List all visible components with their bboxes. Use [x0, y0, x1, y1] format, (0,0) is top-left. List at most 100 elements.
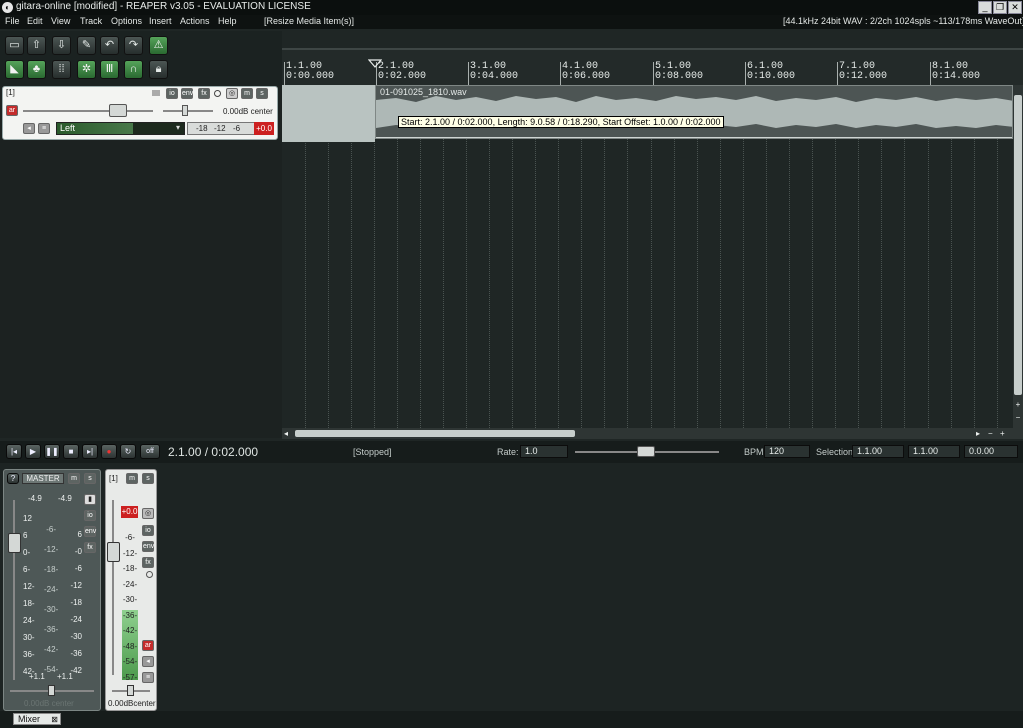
open-icon[interactable]: ⇧	[27, 36, 46, 55]
time-selection[interactable]	[282, 85, 375, 142]
volume-slider-thumb[interactable]	[109, 104, 127, 117]
envelope-icon[interactable]: ◣	[5, 60, 24, 79]
channel-solo-button[interactable]: s	[142, 473, 154, 484]
close-button[interactable]: ✕	[1008, 1, 1022, 14]
input-select[interactable]: Left	[56, 122, 185, 135]
volume-readout: 0.00dB center	[223, 107, 273, 116]
position-display[interactable]: 2.1.00 / 0:02.000	[168, 445, 258, 459]
menu-options[interactable]: Options	[111, 16, 142, 26]
channel-pan-thumb[interactable]	[127, 685, 134, 696]
channel-record-mode-button[interactable]: ◂	[142, 656, 154, 667]
track-header[interactable]: [1] io env fx ◎ m s ar 0.00dB center ◂ ≡…	[2, 86, 278, 140]
off-button[interactable]: off	[140, 444, 160, 459]
scroll-right-icon[interactable]: ▸	[976, 429, 980, 438]
menu-actions[interactable]: Actions	[180, 16, 210, 26]
master-mute-button[interactable]: m	[68, 473, 80, 484]
master-solo-button[interactable]: s	[84, 473, 96, 484]
channel-monitor-button[interactable]: ◎	[142, 508, 154, 519]
snap-icon[interactable]: Ⅲ	[100, 60, 119, 79]
restore-button[interactable]: ❐	[993, 1, 1007, 14]
channel-arm-button[interactable]: ar	[142, 640, 154, 651]
solo-button[interactable]: s	[256, 88, 268, 99]
master-fader-thumb[interactable]	[8, 533, 21, 553]
ripple-icon[interactable]: ✲	[77, 60, 96, 79]
master-mono-button[interactable]: ▮	[84, 494, 96, 505]
new-file-icon[interactable]: ▭	[5, 36, 24, 55]
loop-icon[interactable]: ∩	[124, 60, 143, 79]
timeline-ruler[interactable]: 1.1.00 0:00.000 2.1.00 0:02.000 3.1.00 0…	[282, 50, 1023, 97]
io-button[interactable]: io	[166, 88, 178, 99]
horizontal-scrollbar-thumb[interactable]	[295, 430, 575, 437]
menu-edit[interactable]: Edit	[27, 16, 43, 26]
play-button[interactable]: ▶	[25, 444, 41, 459]
master-fx-button[interactable]: fx	[84, 542, 96, 553]
channel-mute-button[interactable]: m	[126, 473, 138, 484]
wrench-icon[interactable]: ✎	[77, 36, 96, 55]
master-env-button[interactable]: env	[84, 526, 96, 537]
redo-icon[interactable]: ↷	[124, 36, 143, 55]
phase-icon[interactable]	[214, 90, 221, 97]
metronome-icon[interactable]: ⚠	[149, 36, 168, 55]
horizontal-scrollbar[interactable]: ◂ ▸ − +	[282, 428, 1023, 439]
channel-fader-thumb[interactable]	[107, 542, 120, 562]
mute-button[interactable]: m	[241, 88, 253, 99]
pause-button[interactable]: ❚❚	[44, 444, 60, 459]
fx-button[interactable]: fx	[198, 88, 210, 99]
channel-peak-indicator[interactable]: +0.0	[121, 506, 138, 518]
env-button[interactable]: env	[181, 88, 193, 99]
go-to-start-button[interactable]: |◂	[6, 444, 22, 459]
chevron-down-icon[interactable]: ▾	[173, 123, 183, 134]
vertical-scrollbar-thumb[interactable]	[1014, 95, 1022, 395]
pan-slider[interactable]	[163, 110, 213, 112]
zoom-out-icon[interactable]: −	[1013, 413, 1023, 422]
zoom-in-h-icon[interactable]: +	[1000, 429, 1005, 438]
master-fader-track[interactable]	[13, 500, 15, 680]
grouping-icon[interactable]: ♣	[27, 60, 46, 79]
record-arm-button[interactable]: ar	[6, 105, 18, 116]
minimize-button[interactable]: _	[978, 1, 992, 14]
pan-slider-thumb[interactable]	[182, 105, 188, 116]
monitor-button[interactable]: ◎	[226, 88, 238, 99]
record-button[interactable]: ●	[101, 444, 117, 459]
record-mode-button[interactable]: ◂	[23, 123, 35, 134]
mixer-tab[interactable]: Mixer ⊠	[13, 713, 61, 725]
media-item[interactable]	[375, 85, 1013, 139]
selection-end-field[interactable]: 1.1.00	[908, 445, 960, 458]
channel-fx-button[interactable]: fx	[142, 557, 154, 568]
master-io-button[interactable]: io	[84, 510, 96, 521]
repeat-button[interactable]: ↻	[120, 444, 136, 459]
channel-io-button[interactable]: io	[142, 525, 154, 536]
lock-icon[interactable]: 🔒︎	[149, 60, 168, 79]
menu-track[interactable]: Track	[80, 16, 102, 26]
zoom-out-h-icon[interactable]: −	[988, 429, 993, 438]
folder-icon[interactable]	[152, 90, 160, 96]
menu-insert[interactable]: Insert	[149, 16, 172, 26]
selection-length-field[interactable]: 0.0.00	[964, 445, 1018, 458]
save-icon[interactable]: ⇩	[52, 36, 71, 55]
menu-help[interactable]: Help	[218, 16, 237, 26]
master-menu-icon[interactable]: ?	[7, 473, 19, 484]
channel-phase-icon[interactable]	[146, 571, 153, 578]
rate-slider-thumb[interactable]	[637, 446, 655, 457]
channel-input-monitor-button[interactable]: ≡	[142, 672, 154, 683]
zoom-in-icon[interactable]: +	[1013, 400, 1023, 409]
menu-file[interactable]: File	[5, 16, 20, 26]
input-monitor-button[interactable]: ≡	[38, 123, 50, 134]
channel-env-button[interactable]: env	[142, 541, 154, 552]
master-pan-thumb[interactable]	[48, 685, 55, 696]
rate-field[interactable]: 1.0	[520, 445, 568, 458]
undo-icon[interactable]: ↶	[100, 36, 119, 55]
selection-start-field[interactable]: 1.1.00	[852, 445, 904, 458]
menu-view[interactable]: View	[51, 16, 70, 26]
edit-cursor-marker-icon[interactable]	[368, 59, 382, 68]
stop-button[interactable]: ■	[63, 444, 79, 459]
go-to-end-button[interactable]: ▸|	[82, 444, 98, 459]
scroll-left-icon[interactable]: ◂	[284, 429, 288, 438]
channel-fader-track[interactable]	[112, 500, 114, 675]
vertical-scrollbar[interactable]: + −	[1013, 85, 1023, 428]
peak-indicator[interactable]: +0.0	[254, 122, 274, 135]
volume-slider[interactable]	[23, 110, 153, 112]
bpm-field[interactable]: 120	[764, 445, 810, 458]
grid-icon[interactable]: ⁞⁞	[52, 60, 71, 79]
close-icon[interactable]: ⊠	[51, 714, 58, 725]
